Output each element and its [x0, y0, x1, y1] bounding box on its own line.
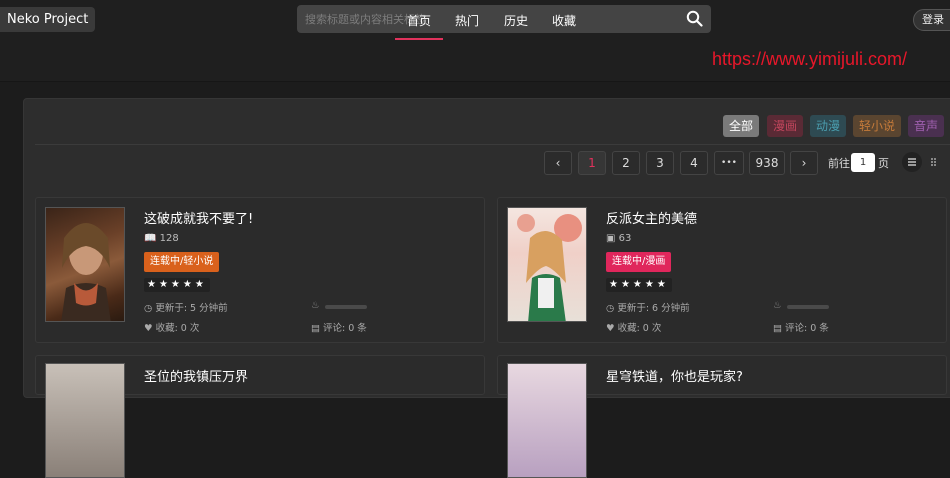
page-button-3[interactable]: 3: [646, 151, 674, 175]
cover-image[interactable]: [45, 363, 125, 478]
tab-favorites[interactable]: 收藏: [545, 12, 583, 40]
next-page-button[interactable]: ›: [790, 151, 818, 175]
watermark-url: https://www.yimijuli.com/: [712, 49, 908, 69]
divider: [35, 144, 950, 145]
favorites-count: ♥ 收藏: 0 次: [144, 323, 200, 334]
popularity-bar: [325, 305, 367, 309]
work-title[interactable]: 星穹铁道，你也是玩家?: [606, 366, 743, 385]
fire-icon: ♨: [773, 300, 782, 311]
clock-icon: ◷: [144, 303, 153, 314]
favorites-count: ♥ 收藏: 0 次: [606, 323, 662, 334]
comment-icon: ▤: [773, 323, 782, 334]
image-icon: ▣: [606, 233, 616, 244]
comments-count: ▤ 评论: 0 条: [773, 323, 829, 334]
list-view-icon[interactable]: [902, 152, 922, 172]
tab-history[interactable]: 历史: [497, 12, 535, 40]
work-count: 📖 128: [144, 233, 179, 244]
login-button[interactable]: 登录: [913, 9, 950, 31]
comments-count: ▤ 评论: 0 条: [311, 323, 367, 334]
page-button-1[interactable]: 1: [578, 151, 606, 175]
tab-home[interactable]: 首页: [395, 12, 443, 40]
site-logo[interactable]: Neko Project: [0, 7, 95, 32]
updated-time: ◷ 更新于: 5 分钟前: [144, 303, 228, 314]
cover-image[interactable]: [507, 363, 587, 478]
rating-stars: ★★★★★: [144, 278, 210, 292]
cover-image[interactable]: [507, 207, 587, 322]
comment-icon: ▤: [311, 323, 320, 334]
goto-prefix: 前往: [828, 157, 850, 170]
work-title[interactable]: 这破成就我不要了!: [144, 208, 253, 227]
goto-suffix: 页: [878, 157, 889, 170]
heart-icon: ♥: [144, 323, 153, 334]
work-title[interactable]: 圣位的我镇压万界: [144, 366, 248, 385]
prev-page-button[interactable]: ‹: [544, 151, 572, 175]
page-button-4[interactable]: 4: [680, 151, 708, 175]
rating-stars: ★★★★★: [606, 278, 672, 292]
category-manga[interactable]: 漫画: [767, 115, 804, 137]
work-title[interactable]: 反派女主的美德: [606, 208, 697, 227]
heart-icon: ♥: [606, 323, 615, 334]
popularity-bar: [787, 305, 829, 309]
updated-time: ◷ 更新于: 6 分钟前: [606, 303, 690, 314]
fire-icon: ♨: [311, 300, 320, 311]
cover-image[interactable]: [45, 207, 125, 322]
status-badge[interactable]: 连载中/漫画: [606, 252, 672, 272]
page-button-938[interactable]: 938: [749, 151, 785, 175]
work-count: ▣ 63: [606, 233, 632, 244]
clock-icon: ◷: [606, 303, 615, 314]
page-ellipsis-button[interactable]: •••: [714, 151, 744, 175]
grid-view-icon[interactable]: [925, 152, 945, 172]
goto-page-input[interactable]: 1: [851, 153, 875, 172]
category-audio[interactable]: 音声: [908, 115, 945, 137]
search-icon[interactable]: [686, 10, 703, 30]
category-all[interactable]: 全部: [723, 115, 760, 137]
search-input[interactable]: [297, 5, 677, 33]
category-light-novel[interactable]: 轻小说: [853, 115, 902, 137]
tab-popular[interactable]: 热门: [448, 12, 486, 40]
category-anime[interactable]: 动漫: [810, 115, 847, 137]
status-badge[interactable]: 连载中/轻小说: [144, 252, 220, 272]
book-icon: 📖: [144, 233, 157, 244]
page-button-2[interactable]: 2: [612, 151, 640, 175]
